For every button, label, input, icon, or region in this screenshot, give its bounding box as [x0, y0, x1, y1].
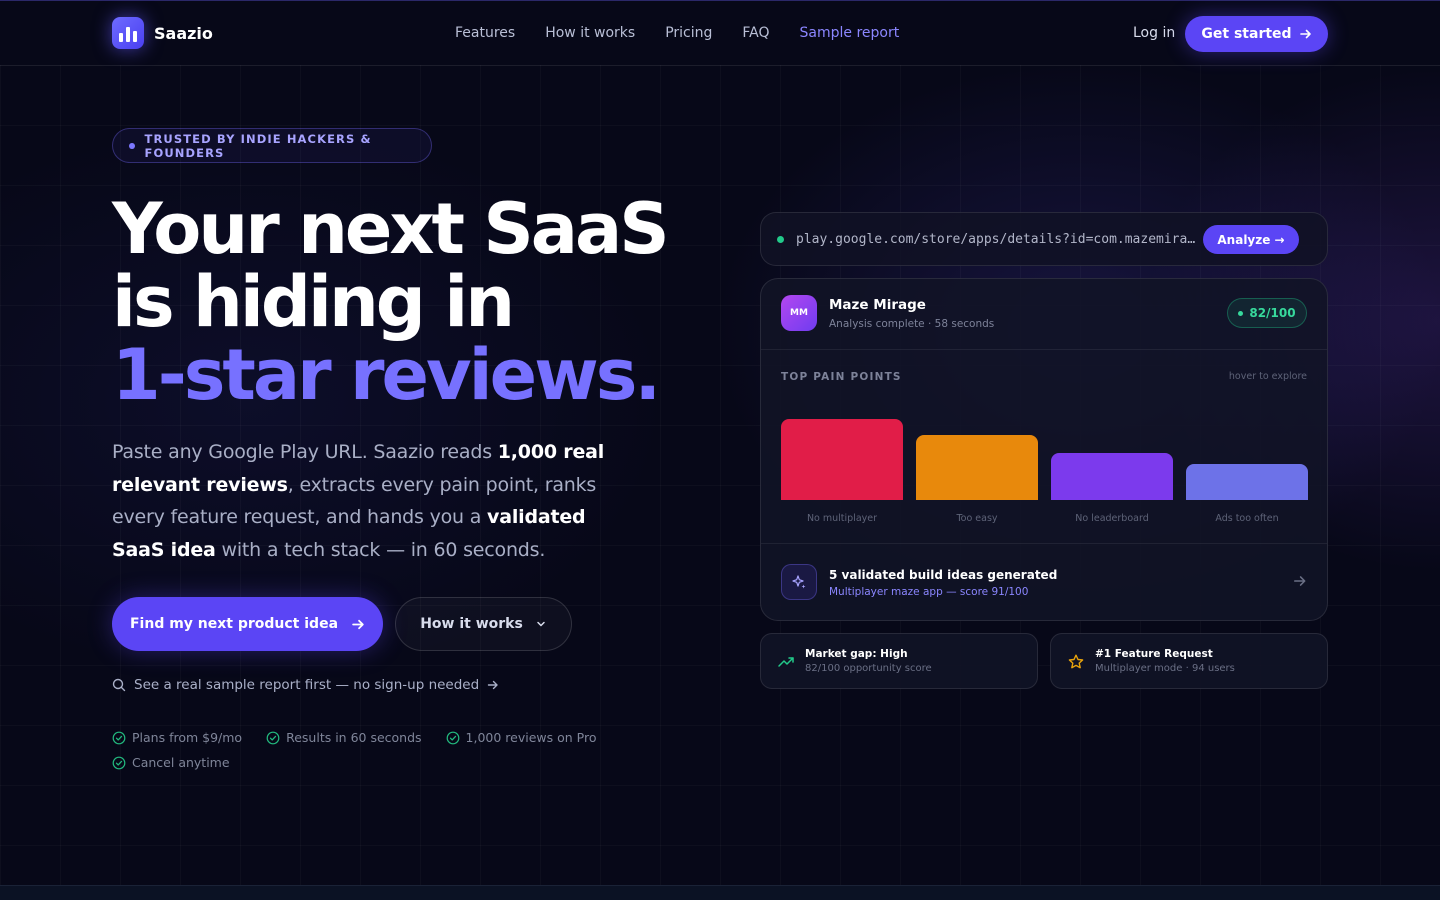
find-idea-button[interactable]: Find my next product idea — [112, 597, 383, 651]
check-text: Cancel anytime — [132, 755, 230, 770]
check-circle-icon — [266, 731, 280, 744]
sparkle-icon — [781, 564, 817, 600]
check-text: Plans from $9/mo — [132, 730, 243, 745]
nav-link-sample-report[interactable]: Sample report — [800, 25, 900, 41]
brand-name: Saazio — [154, 23, 213, 43]
check-item: 1,000 reviews on Pro — [446, 730, 597, 745]
analyze-button[interactable]: Analyze → — [1203, 225, 1299, 254]
bar-chart-logo-icon — [112, 17, 144, 49]
pain-bar-ads-too-often[interactable] — [1186, 464, 1308, 500]
nav-link-how-it-works[interactable]: How it works — [545, 25, 635, 41]
headline-accent: 1-star reviews. — [112, 334, 661, 416]
score-dot-icon — [1238, 310, 1244, 316]
nav-link-pricing[interactable]: Pricing — [665, 25, 712, 41]
pain-points-hint: hover to explore — [1228, 371, 1307, 382]
sub-text-3: with a tech stack — in 60 seconds. — [215, 538, 546, 561]
status-dot-icon — [777, 235, 784, 243]
get-started-button[interactable]: Get started — [1185, 16, 1328, 52]
sample-report-label: See a real sample report first — no sign… — [134, 677, 480, 693]
analysis-status: Analysis complete · 58 seconds — [829, 318, 995, 330]
check-circle-icon — [112, 731, 126, 744]
pain-bar-no-leaderboard[interactable] — [1051, 453, 1173, 500]
ideas-title: 5 validated build ideas generated — [829, 568, 1058, 582]
check-item: Results in 60 seconds — [266, 730, 422, 745]
pain-points-title: TOP PAIN POINTS — [781, 371, 902, 383]
star-icon — [1068, 654, 1084, 669]
market-gap-sub: 82/100 opportunity score — [805, 663, 932, 674]
hero-subtitle: Paste any Google Play URL. Saazio reads … — [112, 436, 632, 566]
badge-text: TRUSTED BY INDIE HACKERS & FOUNDERS — [144, 131, 372, 160]
market-gap-card: Market gap: High 82/100 opportunity scor… — [760, 633, 1038, 689]
chevron-down-icon — [537, 621, 545, 627]
feature-checks: Plans from $9/mo Results in 60 seconds 1… — [112, 730, 612, 770]
pain-bar-label: No leaderboard — [1075, 513, 1149, 524]
check-text: 1,000 reviews on Pro — [465, 730, 597, 745]
hero-headline: Your next SaaS is hiding in 1-star revie… — [112, 188, 670, 416]
score-badge: 82/100 — [1227, 298, 1307, 328]
app-avatar: MM — [781, 295, 817, 331]
report-card: MM Maze Mirage Analysis complete · 58 se… — [760, 278, 1328, 621]
check-circle-icon — [112, 756, 126, 769]
sub-text-1: Paste any Google Play URL. Saazio reads — [112, 441, 498, 463]
score-value: 82/100 — [1249, 306, 1296, 320]
feature-request-card: #1 Feature Request Multiplayer mode · 94… — [1050, 633, 1328, 689]
nav-link-faq[interactable]: FAQ — [742, 25, 769, 41]
pain-bar-label: Too easy — [956, 513, 998, 524]
pain-bar-label: No multiplayer — [806, 513, 878, 524]
bottom-edge — [0, 885, 1440, 900]
feature-request-title: #1 Feature Request — [1095, 648, 1213, 660]
market-gap-title: Market gap: High — [805, 648, 908, 660]
check-item: Cancel anytime — [112, 755, 230, 770]
arrow-right-icon — [487, 680, 498, 690]
login-link[interactable]: Log in — [1133, 25, 1175, 41]
app-name: Maze Mirage — [829, 297, 926, 313]
arrow-right-icon — [1299, 29, 1311, 39]
arrow-right-icon — [1293, 576, 1306, 586]
pain-points-chart — [781, 399, 1308, 500]
ideas-row[interactable]: 5 validated build ideas generated Multip… — [761, 543, 1327, 620]
search-icon — [112, 678, 126, 692]
how-it-works-button[interactable]: How it works — [395, 597, 572, 651]
headline-line-1: Your next SaaS — [112, 188, 670, 270]
pain-bar-no-multiplayer[interactable] — [781, 419, 903, 500]
how-it-works-label: How it works — [420, 616, 523, 632]
check-circle-icon — [446, 731, 459, 744]
arrow-right-icon — [352, 619, 364, 629]
check-item: Plans from $9/mo — [112, 730, 242, 745]
top-nav: Saazio Features How it works Pricing FAQ… — [0, 0, 1440, 66]
report-header: MM Maze Mirage Analysis complete · 58 se… — [761, 279, 1327, 350]
url-input-bar[interactable]: play.google.com/store/apps/details?id=co… — [760, 212, 1328, 266]
headline-line-2: is hiding in — [112, 261, 515, 343]
play-url-input[interactable]: play.google.com/store/apps/details?id=co… — [796, 232, 1202, 247]
find-idea-label: Find my next product idea — [129, 616, 339, 632]
pain-bar-too-easy[interactable] — [916, 435, 1038, 500]
get-started-label: Get started — [1201, 26, 1292, 42]
sample-report-link[interactable]: See a real sample report first — no sign… — [112, 677, 499, 693]
trending-up-icon — [778, 657, 794, 667]
pain-bar-label: Ads too often — [1215, 513, 1279, 524]
nav-links: Features How it works Pricing FAQ Sample… — [455, 25, 899, 41]
ideas-subtitle: Multiplayer maze app — score 91/100 — [829, 586, 1029, 598]
badge-dot-icon — [129, 142, 135, 149]
brand-logo[interactable]: Saazio — [112, 17, 213, 49]
check-text: Results in 60 seconds — [286, 730, 422, 745]
nav-link-features[interactable]: Features — [455, 25, 515, 41]
trust-badge: TRUSTED BY INDIE HACKERS & FOUNDERS — [112, 128, 432, 163]
feature-request-sub: Multiplayer mode · 94 users — [1095, 663, 1235, 674]
